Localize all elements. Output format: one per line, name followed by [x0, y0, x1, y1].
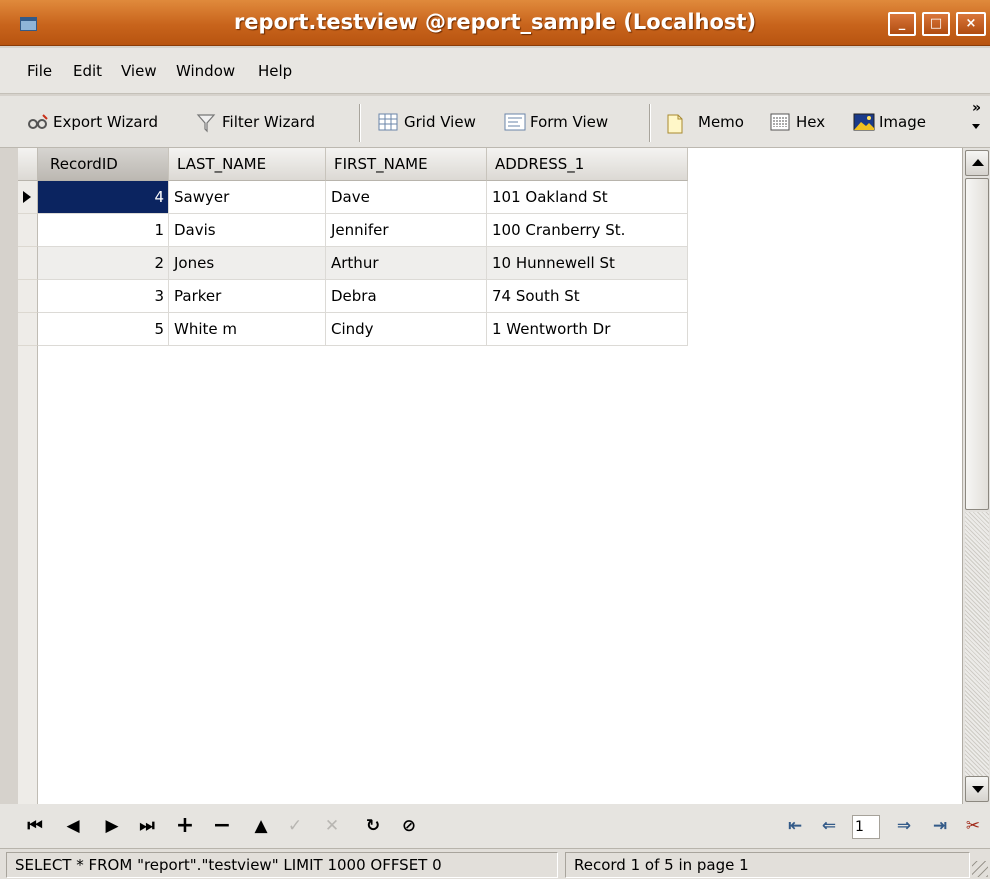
- next-record-button[interactable]: ▶: [101, 815, 123, 837]
- menu-file[interactable]: File: [27, 62, 52, 80]
- row-indicator[interactable]: [18, 247, 38, 280]
- cell-last-name[interactable]: White m: [169, 313, 326, 346]
- cell-first-name[interactable]: Debra: [326, 280, 487, 313]
- filter-icon: [196, 113, 216, 133]
- grid-view-icon: [378, 113, 398, 131]
- cell-first-name[interactable]: Dave: [326, 181, 487, 214]
- scroll-thumb[interactable]: [965, 178, 989, 510]
- cell-first-name[interactable]: Cindy: [326, 313, 487, 346]
- cell-address-1[interactable]: 101 Oakland St: [487, 181, 688, 214]
- menu-bar: File Edit View Window Help: [0, 48, 990, 94]
- cell-recordid[interactable]: 2: [38, 247, 169, 280]
- first-record-button[interactable]: ⏮: [24, 815, 46, 837]
- prior-page-button[interactable]: ⇐: [818, 815, 840, 837]
- page-number-input[interactable]: 1: [852, 815, 880, 839]
- export-wizard-button[interactable]: Export Wizard: [27, 110, 158, 134]
- cell-address-1[interactable]: 10 Hunnewell St: [487, 247, 688, 280]
- form-view-icon: [504, 113, 526, 131]
- cell-last-name[interactable]: Jones: [169, 247, 326, 280]
- prior-record-button[interactable]: ◀: [62, 815, 84, 837]
- toolbar-separator: [359, 104, 361, 142]
- first-page-button[interactable]: ⇤: [784, 815, 806, 837]
- menu-window[interactable]: Window: [176, 62, 235, 80]
- edit-record-button[interactable]: ▲: [250, 815, 272, 837]
- delete-record-button[interactable]: −: [211, 815, 233, 837]
- memo-label: Memo: [698, 113, 744, 131]
- current-row-arrow-icon: [23, 191, 31, 203]
- arrow-up-icon: [972, 159, 984, 166]
- status-bar: SELECT * FROM "report"."testview" LIMIT …: [0, 848, 990, 879]
- vertical-scrollbar[interactable]: [962, 148, 990, 804]
- refresh-button[interactable]: ↻: [362, 815, 384, 837]
- image-icon: [853, 113, 875, 131]
- filter-wizard-label: Filter Wizard: [222, 113, 316, 131]
- cell-recordid[interactable]: 4: [38, 181, 169, 214]
- tools-icon[interactable]: ✂: [962, 815, 984, 837]
- resize-grip[interactable]: [972, 861, 988, 877]
- memo-icon: [666, 113, 686, 134]
- cell-address-1[interactable]: 100 Cranberry St.: [487, 214, 688, 247]
- data-grid[interactable]: RecordID LAST_NAME FIRST_NAME ADDRESS_1 …: [18, 148, 962, 804]
- column-header-address-1[interactable]: ADDRESS_1: [487, 148, 688, 181]
- window-title: report.testview @report_sample (Localhos…: [233, 10, 757, 34]
- filter-wizard-button[interactable]: Filter Wizard: [196, 110, 315, 134]
- toolbar-separator: [649, 104, 651, 142]
- image-button[interactable]: Image: [853, 110, 926, 134]
- grid-corner: [18, 148, 38, 181]
- grid-view-label: Grid View: [404, 113, 476, 131]
- window-titlebar[interactable]: report.testview @report_sample (Localhos…: [0, 0, 990, 46]
- scroll-up-button[interactable]: [965, 150, 989, 176]
- stop-button[interactable]: ⊘: [398, 815, 420, 837]
- row-indicator[interactable]: [18, 280, 38, 313]
- menu-view[interactable]: View: [121, 62, 157, 80]
- form-view-label: Form View: [530, 113, 609, 131]
- maximize-button[interactable]: □: [922, 12, 950, 36]
- hex-label: Hex: [796, 113, 826, 131]
- toolbar: Export Wizard Filter Wizard Grid View Fo…: [0, 96, 990, 148]
- chevron-down-icon[interactable]: [972, 124, 980, 129]
- scroll-down-button[interactable]: [965, 776, 989, 802]
- scroll-track[interactable]: [965, 512, 989, 776]
- close-button[interactable]: ×: [956, 12, 986, 36]
- grid-view-button[interactable]: Grid View: [378, 110, 476, 134]
- cell-address-1[interactable]: 1 Wentworth Dr: [487, 313, 688, 346]
- menu-edit[interactable]: Edit: [73, 62, 102, 80]
- export-wizard-icon: [27, 113, 48, 131]
- next-page-button[interactable]: ⇒: [893, 815, 915, 837]
- export-wizard-label: Export Wizard: [53, 113, 159, 131]
- cell-first-name[interactable]: Arthur: [326, 247, 487, 280]
- hex-icon: [770, 113, 790, 131]
- minimize-button[interactable]: _: [888, 12, 916, 36]
- row-indicator[interactable]: [18, 214, 38, 247]
- status-query: SELECT * FROM "report"."testview" LIMIT …: [6, 852, 558, 878]
- arrow-down-icon: [972, 786, 984, 793]
- last-record-button[interactable]: ⏭: [136, 815, 158, 837]
- memo-button[interactable]: Memo: [666, 110, 744, 134]
- last-page-button[interactable]: ⇥: [929, 815, 951, 837]
- cell-recordid[interactable]: 3: [38, 280, 169, 313]
- menu-help[interactable]: Help: [258, 62, 292, 80]
- row-indicator[interactable]: [18, 313, 38, 346]
- hex-button[interactable]: Hex: [770, 110, 825, 134]
- post-record-button[interactable]: ✓: [284, 815, 306, 837]
- status-record-info: Record 1 of 5 in page 1: [565, 852, 970, 878]
- cell-first-name[interactable]: Jennifer: [326, 214, 487, 247]
- insert-record-button[interactable]: +: [174, 815, 196, 837]
- column-header-first-name[interactable]: FIRST_NAME: [326, 148, 487, 181]
- cell-address-1[interactable]: 74 South St: [487, 280, 688, 313]
- toolbar-overflow-button[interactable]: »: [972, 100, 981, 116]
- cell-last-name[interactable]: Davis: [169, 214, 326, 247]
- form-view-button[interactable]: Form View: [504, 110, 608, 134]
- column-header-recordid[interactable]: RecordID: [38, 148, 169, 181]
- cell-last-name[interactable]: Parker: [169, 280, 326, 313]
- image-label: Image: [879, 113, 926, 131]
- record-navigator: ⏮ ◀ ▶ ⏭ + − ▲ ✓ ✕ ↻ ⊘ ⇤ ⇐ ⇒ ⇥ ✂: [0, 804, 990, 848]
- cell-recordid[interactable]: 1: [38, 214, 169, 247]
- cell-last-name[interactable]: Sawyer: [169, 181, 326, 214]
- cell-recordid[interactable]: 5: [38, 313, 169, 346]
- column-header-last-name[interactable]: LAST_NAME: [169, 148, 326, 181]
- cancel-edit-button[interactable]: ✕: [321, 815, 343, 837]
- row-indicator[interactable]: [18, 181, 38, 214]
- row-header-strip: [18, 346, 38, 804]
